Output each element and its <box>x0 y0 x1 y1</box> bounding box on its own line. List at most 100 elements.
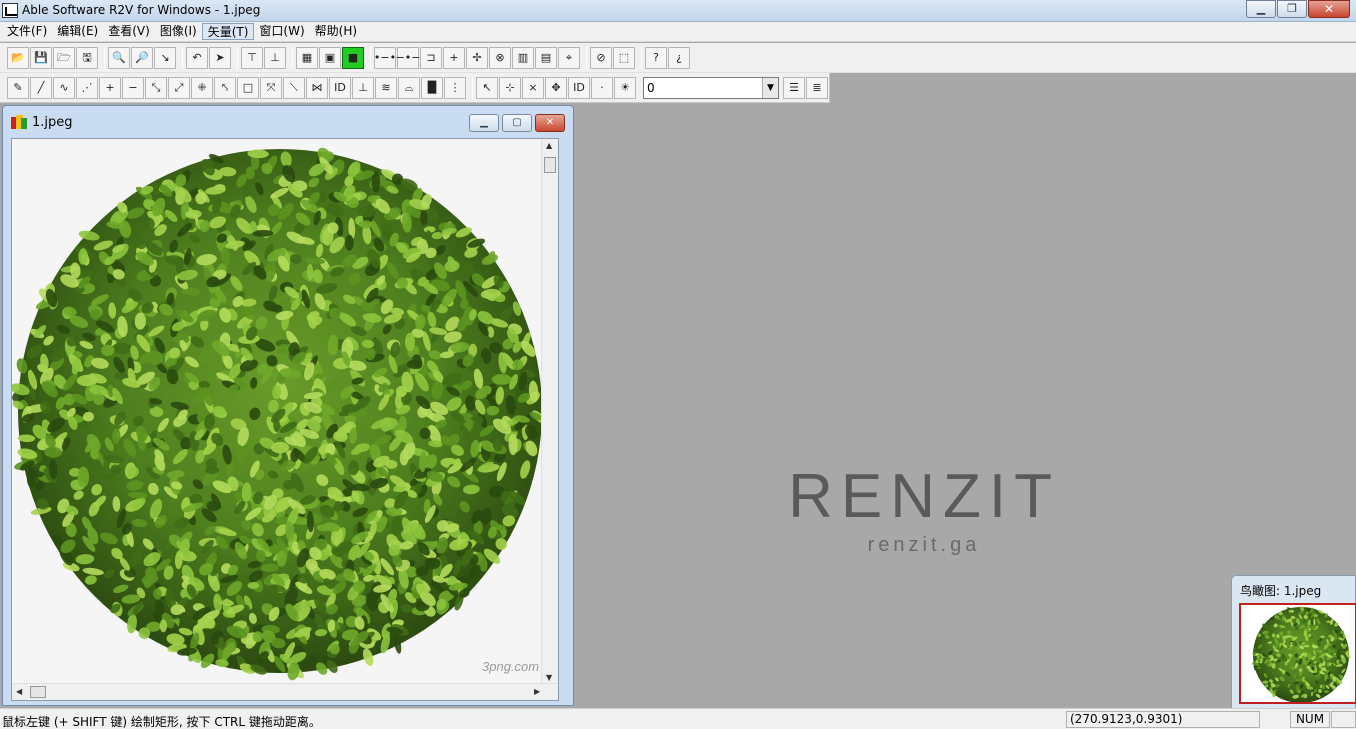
brand-url: renzit.ga <box>867 534 981 556</box>
toolbar1-group-6: ⊘ ⬚ <box>586 46 639 69</box>
split-button[interactable]: ⤢ <box>168 76 190 99</box>
app-icon[interactable] <box>2 3 18 18</box>
delete-select-icon: ⊘ <box>596 51 606 64</box>
save-button[interactable]: 💾 <box>30 46 52 69</box>
horizontal-scroll-thumb[interactable] <box>30 686 46 698</box>
draw-line-button[interactable]: ╱ <box>30 76 52 99</box>
trace-button[interactable]: ⊤ <box>241 46 263 69</box>
minimize-button[interactable]: ▁ <box>1246 0 1276 18</box>
point-move-button[interactable]: ✥ <box>545 76 567 99</box>
open-icon: 📂 <box>11 51 25 64</box>
scroll-right-icon[interactable]: ▶ <box>534 687 540 696</box>
node-line-button[interactable]: −•− <box>396 46 420 69</box>
label-button[interactable]: ⊥ <box>352 76 374 99</box>
zoom-in-button[interactable]: 🔍 <box>108 46 130 69</box>
delete-select-button[interactable]: ⊘ <box>590 46 612 69</box>
birdseye-thumbnail <box>1252 606 1351 702</box>
scroll-down-icon[interactable]: ▼ <box>546 673 552 682</box>
trace-all-button[interactable]: ⊥ <box>264 46 286 69</box>
menu-item-6[interactable]: 帮助(H) <box>310 23 362 40</box>
pointer-icon: ↖ <box>482 81 492 94</box>
image-doc-icon[interactable] <box>11 115 28 130</box>
child-close-button[interactable]: ✕ <box>535 114 565 132</box>
image-window-titlebar[interactable]: 1.jpeg ▁ ▢ ✕ <box>3 106 573 138</box>
context-help-button[interactable]: ¿ <box>668 46 690 69</box>
contour-button[interactable]: ≋ <box>375 76 397 99</box>
slope-button[interactable]: ⌓ <box>398 76 420 99</box>
id-button[interactable]: ID <box>329 76 351 99</box>
color-image-button[interactable]: ▦ <box>296 46 318 69</box>
bracket-button[interactable]: ⋮ <box>444 76 466 99</box>
fill-button[interactable]: █ <box>421 76 443 99</box>
image-canvas[interactable]: 3png.com ▲ ▼ ◀ ▶ <box>11 138 559 701</box>
node-button[interactable]: •−• <box>374 46 396 69</box>
birdseye-panel[interactable]: 鸟瞰图: 1.jpeg <box>1231 575 1356 710</box>
edit-node-button[interactable]: ✎ <box>7 76 29 99</box>
scroll-up-icon[interactable]: ▲ <box>546 141 552 150</box>
horizontal-scrollbar[interactable]: ◀ ▶ <box>12 683 558 700</box>
save-as-button[interactable]: 🖫 <box>76 46 98 69</box>
ocr-all-button[interactable]: ▤ <box>535 46 557 69</box>
help-button[interactable]: ? <box>645 46 667 69</box>
close-button[interactable]: ✕ <box>1308 0 1350 18</box>
menu-item-5[interactable]: 窗口(W) <box>254 23 309 40</box>
frame-button[interactable]: ▣ <box>319 46 341 69</box>
vertex-move-button[interactable]: ✢ <box>466 46 488 69</box>
vertical-scroll-thumb[interactable] <box>544 157 556 173</box>
close-icon: ✕ <box>1323 2 1335 16</box>
menu-item-0[interactable]: 文件(F) <box>2 23 52 40</box>
scroll-left-icon[interactable]: ◀ <box>16 687 22 696</box>
node-label-button[interactable]: ⊐ <box>420 46 442 69</box>
rotate-icon: ⤧ <box>266 81 276 94</box>
layer-stack-button[interactable]: ☰ <box>783 76 805 99</box>
open-button[interactable]: 📂 <box>7 46 29 69</box>
vertex-button[interactable]: + <box>443 46 465 69</box>
maximize-button[interactable]: ❐ <box>1277 0 1307 18</box>
light-button[interactable]: ☀ <box>614 76 636 99</box>
add-vertex-button[interactable]: + <box>99 76 121 99</box>
dash-line-button[interactable]: ⋰ <box>76 76 98 99</box>
birdseye-viewport[interactable] <box>1239 603 1356 704</box>
rotate-button[interactable]: ⤧ <box>260 76 282 99</box>
select-arrow-button[interactable]: ➤ <box>209 46 231 69</box>
help-icon: ? <box>653 51 659 64</box>
select-box-button[interactable]: ⬚ <box>613 46 635 69</box>
image-window-controls: ▁ ▢ ✕ <box>466 114 565 132</box>
merge-button[interactable]: ⋈ <box>306 76 328 99</box>
curve-button[interactable]: ∿ <box>53 76 75 99</box>
toolbar1-group-5: •−• −•− ⊐ + ✢ ⊗ ▥ ▤ ⌖ <box>370 46 584 69</box>
layer-props-button[interactable]: ≣ <box>806 76 828 99</box>
image-window[interactable]: 1.jpeg ▁ ▢ ✕ 3png.com ▲ ▼ ◀ ▶ <box>2 105 574 706</box>
zoom-out-button[interactable]: 🔎 <box>131 46 153 69</box>
line-tool-button[interactable]: ↘ <box>154 46 176 69</box>
diagonal-button[interactable]: ⟍ <box>283 76 305 99</box>
green-fill-button[interactable]: ■ <box>342 46 364 69</box>
rectangle-button[interactable]: □ <box>237 76 259 99</box>
point-delete-button[interactable]: × <box>522 76 544 99</box>
snap-button[interactable]: ⁜ <box>191 76 213 99</box>
child-maximize-button[interactable]: ▢ <box>502 114 532 132</box>
chevron-down-icon[interactable]: ▼ <box>762 77 778 98</box>
menu-item-4[interactable]: 矢量(T) <box>201 23 255 40</box>
vertical-scrollbar[interactable]: ▲ ▼ <box>541 139 558 684</box>
layer-select[interactable]: 0 ▼ <box>643 76 779 99</box>
curve-icon: ∿ <box>59 81 69 94</box>
smooth-button[interactable]: ⤣ <box>214 76 236 99</box>
pointer-button[interactable]: ↖ <box>476 76 498 99</box>
child-minimize-button[interactable]: ▁ <box>469 114 499 132</box>
remove-vertex-button[interactable]: − <box>122 76 144 99</box>
menu-item-1[interactable]: 编辑(E) <box>52 23 103 40</box>
ocr-button[interactable]: ▥ <box>512 46 534 69</box>
draw-line-icon: ╱ <box>37 81 45 94</box>
point-id-button[interactable]: ID <box>568 76 590 99</box>
open-image-button[interactable]: 🗁 <box>53 46 75 69</box>
undo-button[interactable]: ↶ <box>186 46 208 69</box>
select-arrow-icon: ➤ <box>215 51 225 64</box>
menu-item-2[interactable]: 查看(V) <box>103 23 155 40</box>
circle-x-button[interactable]: ⊗ <box>489 46 511 69</box>
crosshair-button[interactable]: ⌖ <box>558 46 580 69</box>
point-label-button[interactable]: · <box>591 76 613 99</box>
menu-item-3[interactable]: 图像(I) <box>155 23 202 40</box>
point-add-button[interactable]: ⊹ <box>499 76 521 99</box>
join-button[interactable]: ⤡ <box>145 76 167 99</box>
